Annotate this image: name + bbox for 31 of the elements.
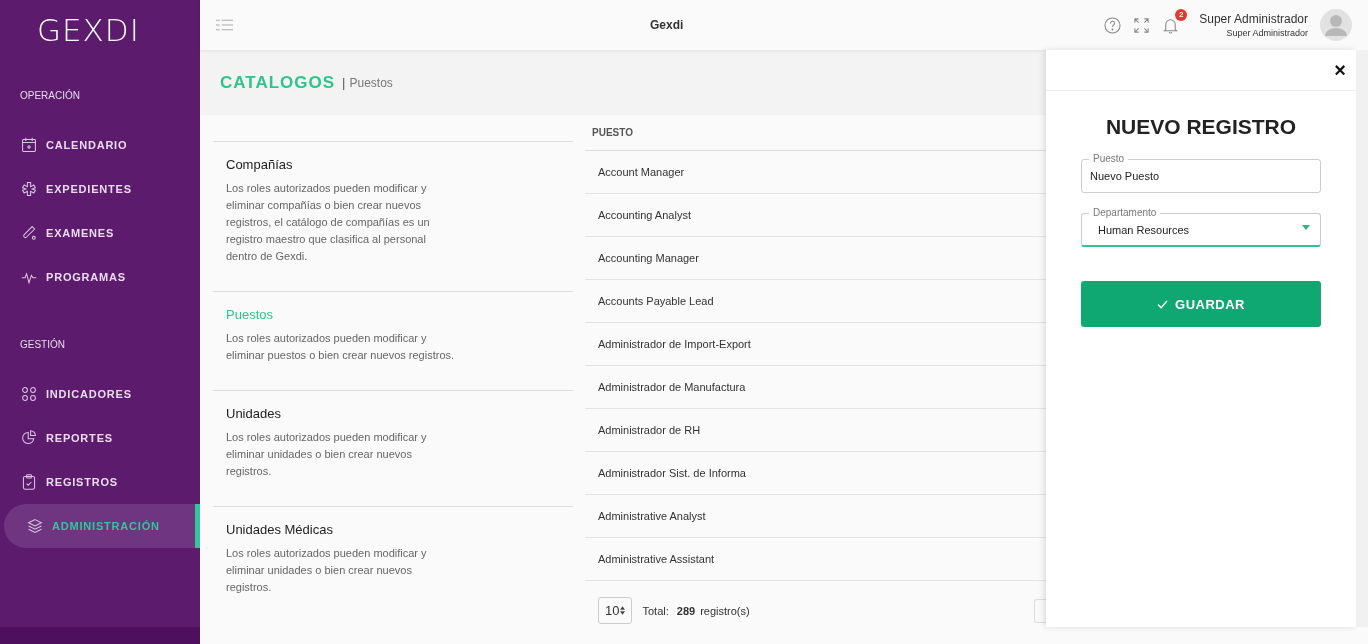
total-count: 289 xyxy=(676,604,696,617)
catalog-description: Los roles autorizados pueden modificar y eliminar unidades o bien crear nuevos registros. xyxy=(226,546,428,595)
catalog-description: Los roles autorizados pueden modificar y eliminar unidades o bien crear nuevos registros. xyxy=(226,430,428,479)
total-label: Total: xyxy=(642,604,669,617)
section-title: OPERACIÓN xyxy=(19,90,81,101)
catalog-description: Los roles autorizados pueden modificar y eliminar compañías o bien crear nuevos registros, el catálogo de compañías es un registro maestro que clasifica al personal dentro de Gexdi. xyxy=(226,181,431,264)
page-title: CATALOGOS xyxy=(220,72,336,93)
catalog-link[interactable]: Compañías xyxy=(226,157,560,172)
panel-title: NUEVO REGISTRO xyxy=(1105,115,1297,139)
catalog-link[interactable]: Unidades xyxy=(226,406,560,421)
total-unit: registro(s) xyxy=(700,604,750,617)
nav-item[interactable]: EXAMENES xyxy=(0,211,200,255)
nav-item[interactable]: ADMINISTRACIÓN xyxy=(4,504,200,548)
nav-item[interactable]: PROGRAMAS xyxy=(0,255,200,299)
page-size-select[interactable]: 10 xyxy=(598,597,633,624)
close-button[interactable]: × xyxy=(1332,60,1348,80)
nav-item[interactable]: INDICADORES xyxy=(0,372,200,416)
user-role: Super Administrador xyxy=(1225,28,1308,38)
nav-item[interactable]: REGISTROS xyxy=(0,460,200,504)
notification-badge: 2 xyxy=(1175,8,1188,21)
logo: GEXDI xyxy=(36,11,141,50)
catalog-description: Los roles autorizados pueden modificar y eliminar puestos o bien crear nuevos registros. xyxy=(226,331,456,363)
title-separator: | xyxy=(342,75,346,90)
app-title: Gexdi xyxy=(650,18,684,32)
catalog-link[interactable]: Unidades Médicas xyxy=(226,522,560,537)
section-title: GESTIÓN xyxy=(19,339,66,350)
nav-item[interactable]: CALENDARIO xyxy=(0,123,200,167)
nav-item[interactable]: EXPEDIENTES xyxy=(0,167,200,211)
nav-item[interactable]: REPORTES xyxy=(0,416,200,460)
page-subtitle: Puestos xyxy=(349,75,393,90)
user-name: Super Administrador xyxy=(1199,12,1308,26)
